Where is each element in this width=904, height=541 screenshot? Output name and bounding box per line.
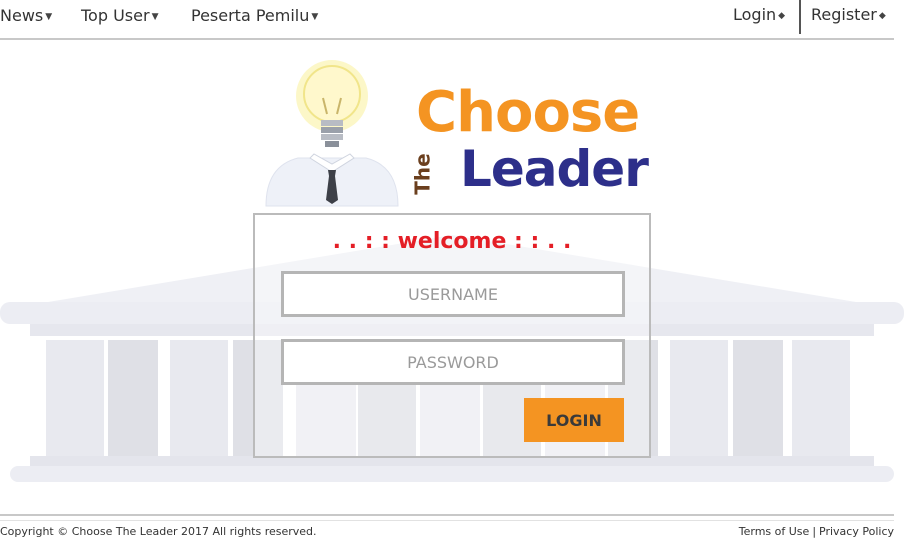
privacy-policy-link[interactable]: Privacy Policy	[819, 525, 894, 538]
diamond-arrow-icon: ◆	[778, 11, 786, 21]
nav-divider-line	[0, 38, 894, 40]
terms-of-use-link[interactable]: Terms of Use	[739, 525, 810, 538]
lightbulb-mascot-icon	[265, 60, 399, 207]
diamond-arrow-icon: ◆	[878, 11, 886, 21]
chevron-down-icon: ▼	[45, 12, 53, 22]
login-panel: . . : : welcome : : . . LOGIN	[253, 213, 651, 458]
footer-links: Terms of Use | Privacy Policy	[739, 525, 894, 538]
top-nav: News ▼ Top User ▼ Peserta Pemilu ▼ Login ◆ R…	[0, 0, 904, 40]
nav-news-label: News	[0, 6, 44, 25]
register-link[interactable]: Register ◆	[811, 5, 886, 24]
footer-divider-thin	[0, 520, 894, 521]
brand-leader: Leader	[460, 140, 649, 198]
nav-top-user-label: Top User	[81, 6, 150, 25]
login-button[interactable]: LOGIN	[524, 398, 624, 442]
nav-top-user[interactable]: Top User ▼	[81, 6, 158, 25]
username-input[interactable]	[281, 271, 625, 317]
brand-logo: Choose The Leader	[411, 80, 656, 205]
nav-news[interactable]: News ▼	[0, 6, 52, 25]
register-link-label: Register	[811, 5, 877, 24]
login-link[interactable]: Login ◆	[733, 5, 785, 24]
chevron-down-icon: ▼	[311, 12, 319, 22]
welcome-heading: . . : : welcome : : . .	[332, 229, 572, 254]
nav-divider	[799, 0, 801, 34]
copyright-text: Copyright © Choose The Leader 2017 All r…	[0, 525, 317, 538]
footer-divider	[0, 514, 894, 516]
chevron-down-icon: ▼	[151, 12, 159, 22]
login-link-label: Login	[733, 5, 777, 24]
nav-peserta-pemilu-label: Peserta Pemilu	[191, 6, 310, 25]
nav-peserta-pemilu[interactable]: Peserta Pemilu ▼	[191, 6, 318, 25]
password-input[interactable]	[281, 339, 625, 385]
footer-separator: |	[812, 525, 817, 538]
brand-choose: Choose	[416, 80, 640, 145]
brand-the: The	[410, 153, 435, 195]
